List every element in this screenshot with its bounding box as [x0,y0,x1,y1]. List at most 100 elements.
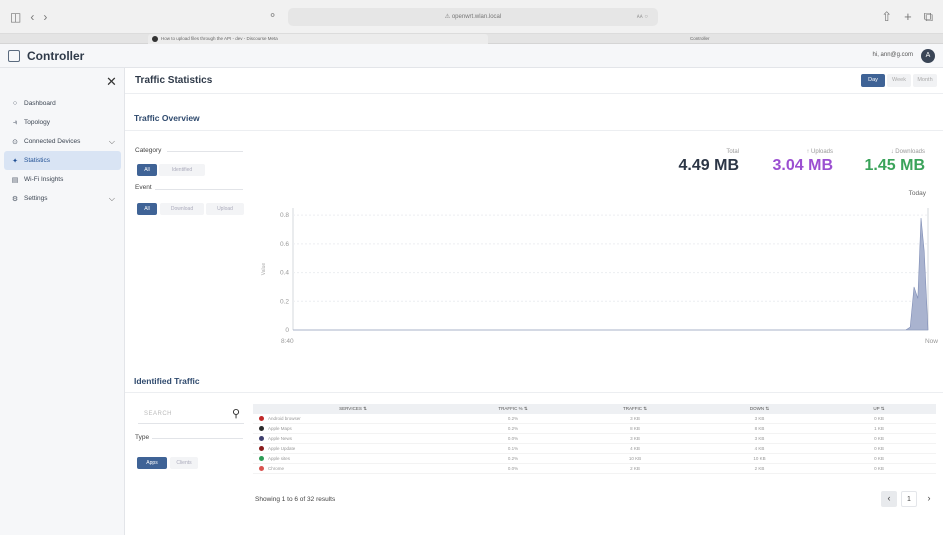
event-all-chip[interactable]: All [137,203,157,215]
sidebar-item-statistics[interactable]: ✦ Statistics [4,151,121,170]
type-label: Type [135,434,150,441]
chevron-down-icon[interactable]: ⌵ [109,194,115,204]
wifi-insights-icon: ▤ [11,176,19,184]
results-summary: Showing 1 to 6 of 32 results [255,496,336,503]
up-cell: 0 KB [874,446,884,451]
chevron-down-icon[interactable]: ⌵ [109,137,115,147]
prev-page-button[interactable]: ‹ [881,491,897,507]
browser-toolbar: ◫ ‹ › ⚬ ⚠ openwrt.wlan.local ᴀᴀ ○ ⇧ + ⧉ [0,0,943,34]
stat-downloads: ↓ Downloads 1.45 MB [835,149,925,175]
reader-controls[interactable]: ᴀᴀ ○ [637,8,648,26]
service-name: Apple Maps [268,426,292,431]
time-range-toggle: Day Week Month [861,74,937,87]
sidebar-item-label: Statistics [24,157,51,164]
range-week-button[interactable]: Week [887,74,911,87]
down-cell: 2 KB [754,466,765,471]
app-logo-icon [8,50,20,62]
share-icon[interactable]: ⇧ [881,9,892,25]
traffic-pct-cell: 0.1% [507,446,519,451]
event-label: Event [135,184,152,191]
down-cell: 3 KB [754,436,765,441]
service-cell: Apple Update [253,446,453,451]
category-identified-chip[interactable]: Identified [159,164,205,176]
filter-line [152,438,243,439]
tab-strip: How to upload files through the API - de… [0,34,943,44]
sidebar: ✕ ○ Dashboard ⫣ Topology ⊙ Connected Devices ⌵… [0,68,125,535]
app-header: Controller hi, ann@g.com A [0,44,943,68]
search-input[interactable]: SEARCH ⚲ [138,406,244,424]
tab-overview-icon[interactable]: ⧉ [924,9,933,25]
search-placeholder: SEARCH [144,411,173,417]
stat-uploads-label: ↑ Uploads [806,149,833,155]
category-all-chip[interactable]: All [137,164,157,176]
service-color-dot [259,416,264,421]
up-cell: 0 KB [874,456,884,461]
traffic-cell: 3 KB [630,416,640,421]
up-cell: 0 KB [874,466,884,471]
sidebar-item-dashboard[interactable]: ○ Dashboard [4,94,121,113]
new-tab-icon[interactable]: + [904,9,912,25]
browser-tab-discourse[interactable]: How to upload files through the API - de… [148,34,488,44]
identified-title: Identified Traffic [134,376,200,386]
y-tick-label: 0.6 [280,241,289,248]
period-label: Today [908,190,926,197]
filter-line [167,151,243,152]
x-tick-label: Now [925,338,938,345]
sidebar-toggle-icon[interactable]: ◫ [10,10,21,24]
close-sidebar-icon[interactable]: ✕ [106,74,117,90]
y-axis-label: Value [261,263,267,276]
service-color-dot [259,446,264,451]
sidebar-item-topology[interactable]: ⫣ Topology [4,113,121,132]
topology-icon: ⫣ [12,118,18,126]
table-row[interactable]: Apple Update 0.1% 4 KB 4 KB 0 KB [253,444,936,454]
service-cell: Apple sites [253,456,453,461]
discourse-favicon-icon [152,36,158,42]
event-download-chip[interactable]: Download [160,203,204,215]
traffic-pct-cell: 0.0% [507,436,519,441]
search-icon[interactable]: ⚲ [232,407,240,420]
user-email: hi, ann@g.com [872,52,913,58]
sidebar-item-connected-devices[interactable]: ⊙ Connected Devices ⌵ [4,132,121,151]
stat-total: Total 4.49 MB [649,149,739,175]
table-row[interactable]: Android browser 0.2% 3 KB 3 KB 0 KB [253,414,936,424]
table-row[interactable]: Apple News 0.0% 3 KB 3 KB 0 KB [253,434,936,444]
next-page-button[interactable]: › [921,491,937,507]
event-upload-chip[interactable]: Upload [206,203,244,215]
sidebar-item-wi-fi-insights[interactable]: ▤ Wi-Fi Insights [4,170,121,189]
privacy-shield-icon[interactable]: ⚬ [268,9,277,22]
x-tick-label: 8:40 [281,338,294,345]
back-icon[interactable]: ‹ [30,10,34,24]
table-row[interactable]: Chrome 0.0% 2 KB 2 KB 0 KB [253,464,936,474]
down-cell: 10 KB [753,456,766,461]
table-row[interactable]: Apple sites 0.2% 10 KB 10 KB 0 KB [253,454,936,464]
divider [125,392,943,393]
sidebar-item-label: Wi-Fi Insights [24,176,64,183]
up-column-header[interactable]: UP ⇅ [822,406,936,412]
services-column-header[interactable]: SERVICES ⇅ [253,406,453,412]
sidebar-item-label: Connected Devices [24,138,81,145]
service-cell: Apple News [253,436,453,441]
sidebar-item-settings[interactable]: ⚙ Settings ⌵ [4,189,121,208]
service-name: Android browser [268,416,301,421]
table-row[interactable]: Apple Maps 0.2% 8 KB 8 KB 1 KB [253,424,936,434]
forward-icon[interactable]: › [43,10,47,24]
range-day-button[interactable]: Day [861,74,885,87]
range-month-button[interactable]: Month [913,74,937,87]
service-color-dot [259,466,264,471]
down-column-header[interactable]: DOWN ⇅ [697,406,822,412]
browser-tab-controller[interactable]: Controller [690,34,770,44]
y-tick-label: 0 [285,327,289,334]
traffic-column-header[interactable]: TRAFFIC ⇅ [573,406,697,412]
traffic-cell: 4 KB [630,446,640,451]
type-clients-chip[interactable]: Clients [170,457,198,469]
traffic-pct-cell: 0.2% [507,416,519,421]
sidebar-item-label: Dashboard [24,100,56,107]
address-bar[interactable]: ⚠ openwrt.wlan.local ᴀᴀ ○ [288,8,658,26]
traffic-pct-column-header[interactable]: TRAFFIC % ⇅ [453,406,573,412]
y-tick-label: 0.4 [280,270,289,277]
type-apps-chip[interactable]: Apps [137,457,167,469]
stat-total-label: Total [726,149,739,155]
avatar[interactable]: A [921,49,935,63]
page-number-button[interactable]: 1 [901,491,917,507]
service-name: Apple Update [268,446,296,451]
